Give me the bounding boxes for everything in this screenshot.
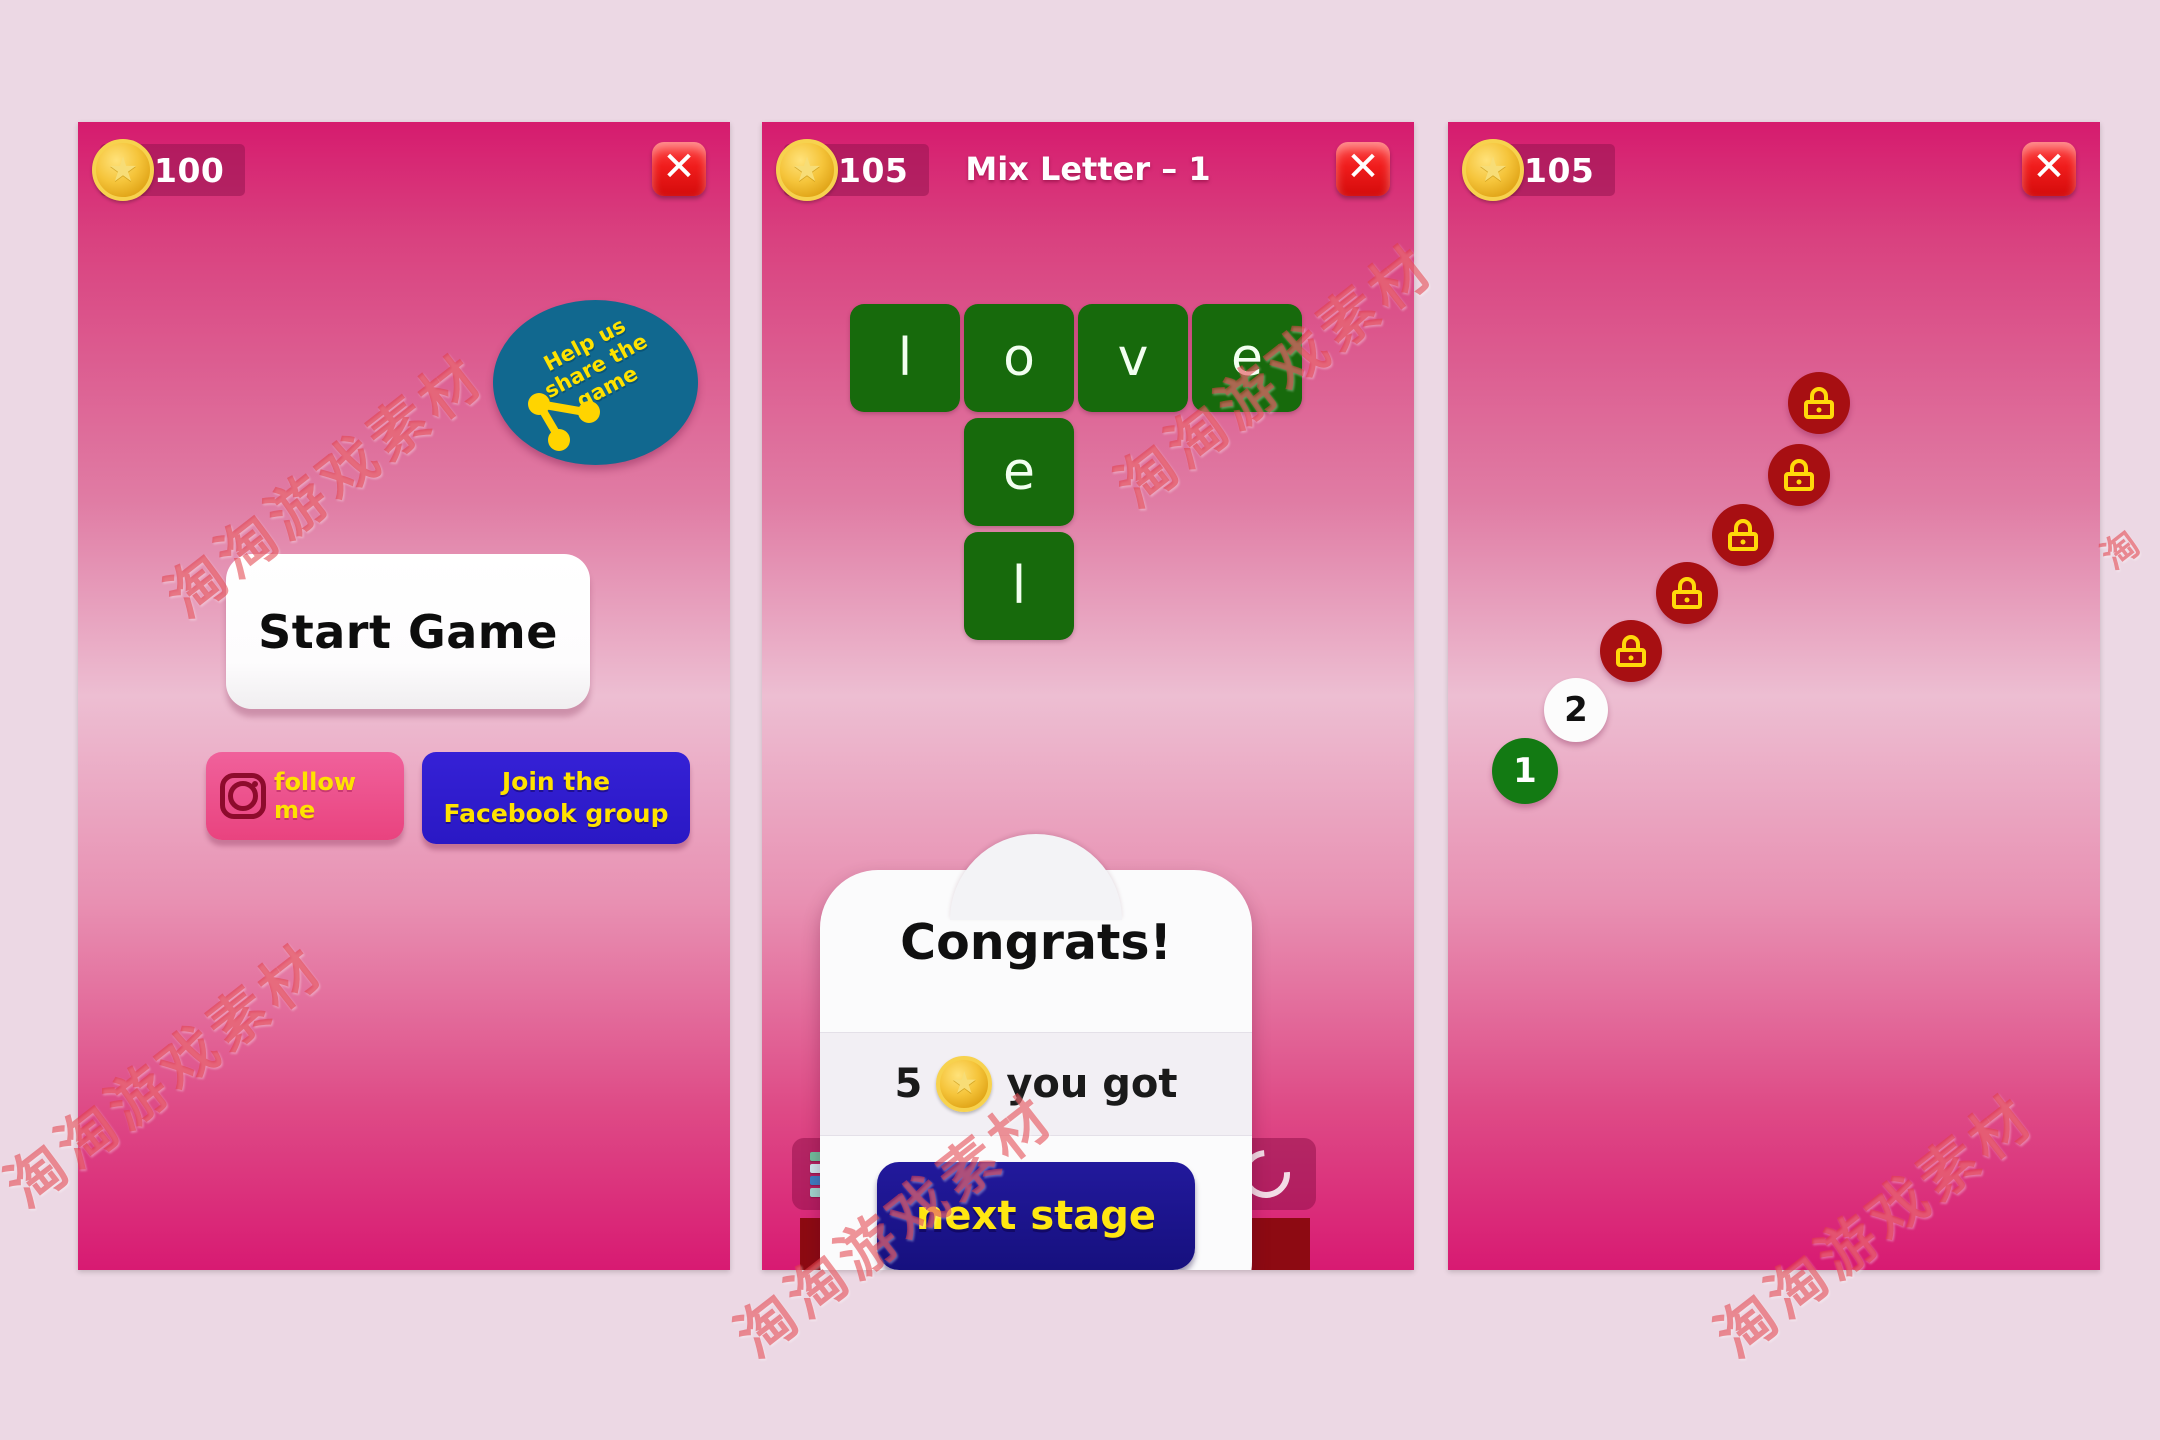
lock-icon bbox=[1784, 459, 1814, 491]
reward-amount: 5 bbox=[894, 1061, 923, 1107]
level-node-locked[interactable] bbox=[1656, 562, 1718, 624]
start-game-label: Start Game bbox=[258, 604, 558, 659]
coin-badge: ★ 100 bbox=[92, 139, 245, 201]
star-coin-icon: ★ bbox=[92, 139, 154, 201]
dialog-title: Congrats! bbox=[900, 914, 1172, 971]
coin-badge: ★ 105 bbox=[1462, 139, 1615, 201]
letter-tile[interactable]: l bbox=[850, 304, 960, 412]
letter-tile[interactable]: l bbox=[964, 532, 1074, 640]
game-screen-panel: ★ 105 Mix Letter – 1 ✕ loveel Congrats! … bbox=[762, 122, 1414, 1270]
coin-count: 105 bbox=[1524, 150, 1595, 190]
level-node-locked[interactable] bbox=[1768, 444, 1830, 506]
star-glyph: ★ bbox=[950, 1066, 978, 1101]
social-buttons-row: follow me Join the Facebook group bbox=[206, 752, 690, 844]
reward-label: you got bbox=[1006, 1061, 1178, 1107]
start-screen-panel: ★ 100 ✕ Help us share the game Start Gam… bbox=[78, 122, 730, 1270]
star-glyph: ★ bbox=[107, 150, 139, 190]
facebook-label: Join the Facebook group bbox=[443, 767, 669, 828]
level-node-locked[interactable] bbox=[1788, 372, 1850, 434]
star-coin-icon: ★ bbox=[936, 1056, 993, 1112]
start-game-button[interactable]: Start Game bbox=[226, 554, 590, 709]
close-button[interactable]: ✕ bbox=[2022, 142, 2076, 196]
instagram-icon bbox=[220, 773, 266, 819]
level-number: 1 bbox=[1513, 751, 1537, 791]
next-stage-button[interactable]: next stage bbox=[877, 1162, 1195, 1270]
letter-tile[interactable]: v bbox=[1078, 304, 1188, 412]
level-node-current[interactable]: 2 bbox=[1544, 678, 1608, 742]
level-node-locked[interactable] bbox=[1600, 620, 1662, 682]
lock-icon bbox=[1804, 387, 1834, 419]
lock-icon bbox=[1672, 577, 1702, 609]
letter-tile[interactable]: e bbox=[964, 418, 1074, 526]
instagram-label: follow me bbox=[274, 768, 357, 824]
level-node-locked[interactable] bbox=[1712, 504, 1774, 566]
reward-strip: 5 ★ you got bbox=[820, 1032, 1252, 1136]
level-map-panel: ★ 105 ✕ 12 bbox=[1448, 122, 2100, 1270]
letter-tile[interactable]: o bbox=[964, 304, 1074, 412]
congrats-dialog: Congrats! 5 ★ you got next stage bbox=[820, 834, 1252, 1270]
close-x-icon: ✕ bbox=[662, 144, 696, 190]
level-node-done[interactable]: 1 bbox=[1492, 738, 1558, 804]
close-x-icon: ✕ bbox=[2032, 144, 2066, 190]
level-number: 2 bbox=[1564, 690, 1588, 730]
letter-tile[interactable]: e bbox=[1192, 304, 1302, 412]
star-glyph: ★ bbox=[1477, 150, 1509, 190]
share-network-icon bbox=[528, 393, 600, 451]
star-coin-icon: ★ bbox=[1462, 139, 1524, 201]
lock-icon bbox=[1616, 635, 1646, 667]
close-button[interactable]: ✕ bbox=[652, 142, 706, 196]
instagram-follow-button[interactable]: follow me bbox=[206, 752, 404, 840]
lock-icon bbox=[1728, 519, 1758, 551]
coin-count: 100 bbox=[154, 150, 225, 190]
share-bubble-button[interactable]: Help us share the game bbox=[493, 300, 698, 465]
facebook-group-button[interactable]: Join the Facebook group bbox=[422, 752, 690, 844]
next-stage-label: next stage bbox=[915, 1193, 1157, 1239]
